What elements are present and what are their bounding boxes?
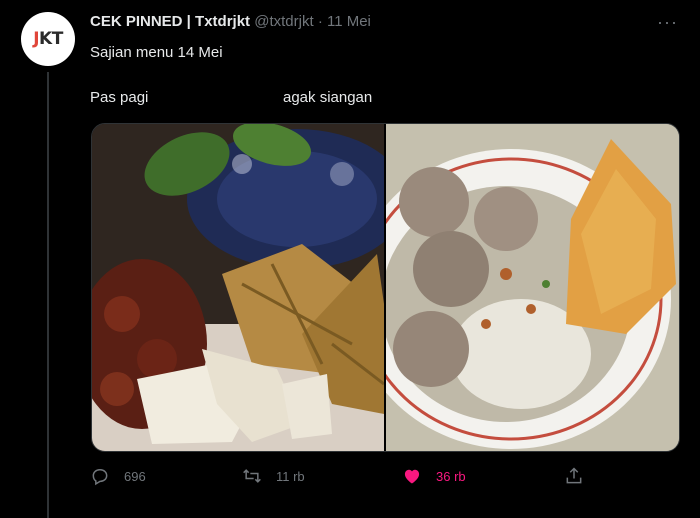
photo-ketupat[interactable] — [92, 124, 384, 451]
handle[interactable]: @txtdrjkt — [254, 13, 313, 30]
separator-dot: · — [317, 13, 323, 30]
more-icon[interactable]: ··· — [657, 12, 678, 33]
tweet-date[interactable]: 11 Mei — [327, 13, 371, 30]
reply-button[interactable]: 696 — [90, 466, 146, 486]
tweet-text: Sajian menu 14 Mei — [90, 44, 223, 61]
tweet-label-morning: Pas pagi — [90, 89, 149, 106]
tweet-actions: 696 11 rb 36 rb — [90, 466, 590, 492]
share-icon — [566, 467, 582, 484]
avatar-logo: JKT — [33, 29, 63, 49]
tweet-media[interactable] — [91, 123, 680, 452]
like-button[interactable]: 36 rb — [402, 466, 466, 486]
like-count: 36 rb — [436, 468, 466, 484]
photo-bakso[interactable] — [386, 124, 679, 451]
share-button[interactable] — [564, 466, 584, 486]
reply-count: 696 — [124, 468, 146, 484]
tweet-label-noon: agak siangan — [283, 89, 373, 106]
heart-icon — [404, 469, 420, 484]
retweet-count: 11 rb — [276, 468, 305, 484]
avatar[interactable]: JKT — [21, 12, 75, 66]
display-name[interactable]: CEK PINNED | Txtdrjkt — [90, 13, 250, 30]
retweet-icon — [243, 469, 261, 483]
retweet-button[interactable]: 11 rb — [242, 466, 305, 486]
reply-icon — [92, 469, 108, 486]
tweet-header: CEK PINNED | Txtdrjkt @txtdrjkt · 11 Mei — [90, 13, 371, 30]
thread-line — [47, 72, 49, 518]
